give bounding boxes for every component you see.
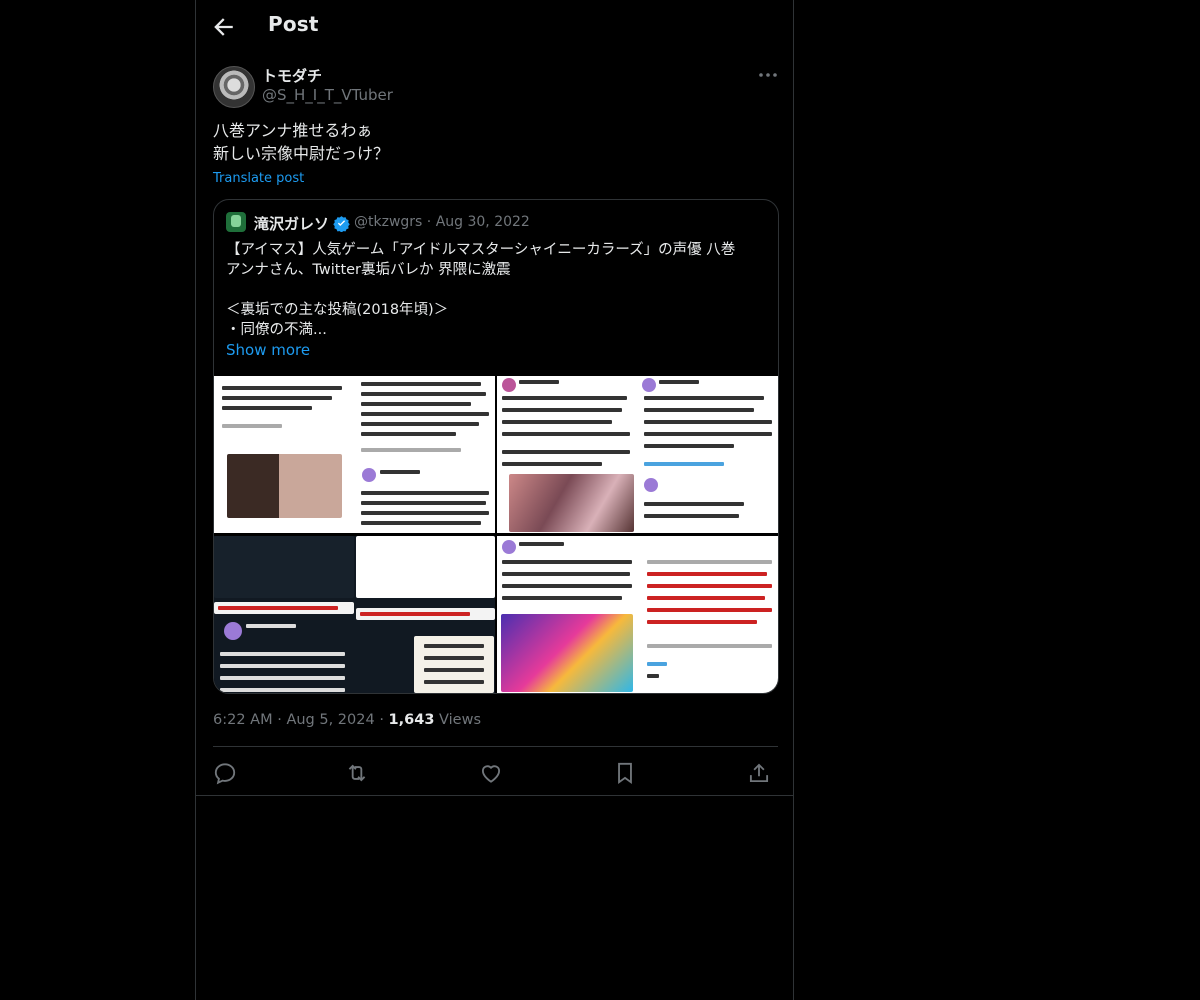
page-title: Post [268, 12, 319, 36]
quoted-author-name: 滝沢ガレソ [254, 215, 330, 233]
post-date[interactable]: Aug 5, 2024 [286, 712, 374, 728]
quoted-text-line: アンナさん、Twitter裏垢バレか 界隈に激震 [226, 262, 511, 278]
quoted-text-line: 【アイマス】人気ゲーム「アイドルマスターシャイニーカラーズ」の声優 八巻 [226, 242, 736, 258]
views-label: Views [439, 712, 481, 728]
author-handle[interactable]: @S_H_I_T_VTuber [262, 86, 393, 104]
quoted-post[interactable]: 滝沢ガレソ @tkzwgrs · Aug 30, 2022 【アイマス】人気ゲー… [213, 199, 779, 694]
quoted-text-line: ＜裏垢での主な投稿(2018年頃)＞ [226, 302, 449, 318]
media-image-3[interactable] [214, 536, 495, 693]
views-count: 1,643 [388, 712, 435, 728]
quoted-date: Aug 30, 2022 [435, 214, 530, 230]
show-more-link[interactable]: Show more [226, 341, 310, 359]
verified-badge-icon [333, 216, 350, 232]
share-icon[interactable] [746, 760, 772, 786]
back-arrow-icon[interactable] [210, 13, 238, 41]
quoted-text-line: ・同僚の不満... [226, 322, 327, 338]
post-time[interactable]: 6:22 AM [213, 712, 273, 728]
translate-post-link[interactable]: Translate post [213, 171, 304, 186]
dot-separator: · [426, 214, 436, 230]
like-heart-icon[interactable] [478, 760, 504, 786]
post-text-line: 新しい宗像中尉だっけ？ [213, 144, 390, 163]
media-image-2[interactable] [497, 376, 778, 533]
author-name[interactable]: トモダチ [262, 65, 322, 86]
quoted-text: 【アイマス】人気ゲーム「アイドルマスターシャイニーカラーズ」の声優 八巻 アンナ… [226, 240, 766, 340]
photo [509, 474, 634, 532]
quoted-avatar [226, 212, 246, 232]
photo [227, 454, 342, 518]
action-bar [213, 758, 778, 788]
quoted-text-line [226, 280, 766, 300]
post-column: Post トモダチ @S_H_I_T_VTuber 八巻アンナ推せるわぁ 新しい… [195, 0, 794, 1000]
more-options-icon[interactable] [756, 65, 780, 85]
post-meta: 6:22 AM · Aug 5, 2024 · 1,643 Views [213, 712, 481, 728]
repost-icon[interactable] [344, 760, 370, 786]
media-grid [214, 376, 778, 693]
reply-icon[interactable] [212, 760, 238, 786]
reply-avatar [362, 468, 376, 482]
media-image-1[interactable] [214, 376, 495, 533]
divider [213, 746, 778, 747]
quoted-author-handle: @tkzwgrs [354, 214, 423, 230]
media-image-4[interactable] [497, 536, 778, 693]
avatar[interactable] [213, 66, 255, 108]
dot-separator: · [379, 712, 389, 728]
post-text-line: 八巻アンナ推せるわぁ [213, 121, 373, 140]
bookmark-icon[interactable] [612, 760, 638, 786]
post-text: 八巻アンナ推せるわぁ 新しい宗像中尉だっけ？ [213, 119, 389, 165]
top-bar: Post [196, 0, 793, 53]
divider [196, 795, 793, 796]
quoted-handle-date: @tkzwgrs · Aug 30, 2022 [354, 214, 530, 230]
vtuber-image [501, 614, 633, 692]
